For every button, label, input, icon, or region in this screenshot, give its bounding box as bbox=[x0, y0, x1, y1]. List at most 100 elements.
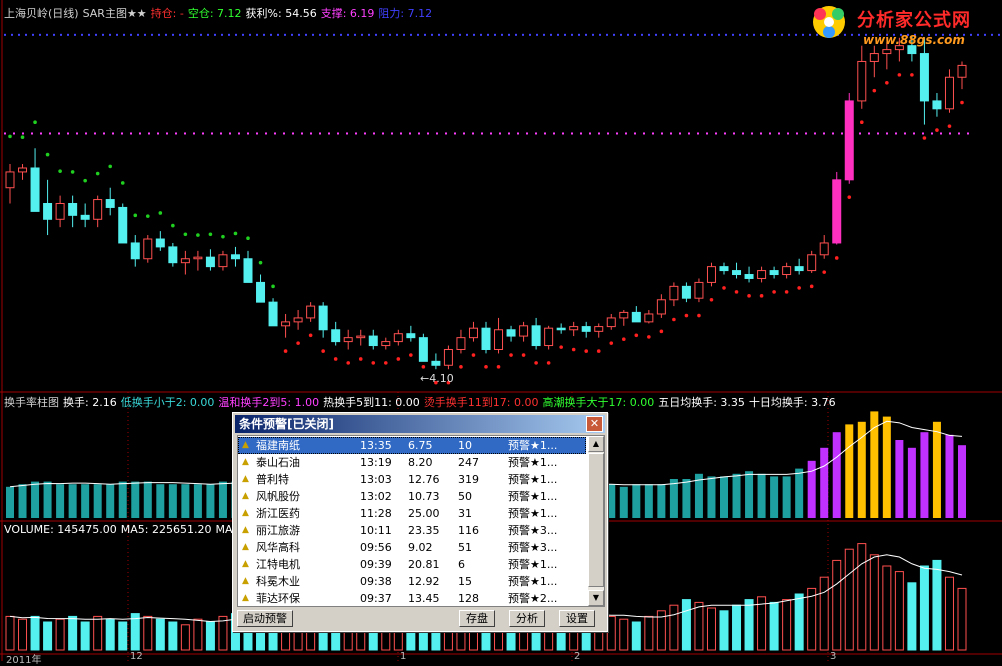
resistance-dot bbox=[760, 33, 762, 36]
resistance-dot bbox=[683, 33, 685, 36]
sar-dot bbox=[684, 313, 689, 318]
candle bbox=[882, 41, 892, 70]
resistance-dot bbox=[991, 33, 993, 36]
sar-dot bbox=[809, 284, 814, 289]
list-item[interactable]: ▲ 风华高科 09:56 9.02 51 预警★3... bbox=[238, 539, 586, 556]
support-dot bbox=[157, 132, 159, 135]
resistance-dot bbox=[228, 33, 230, 36]
support-dot bbox=[76, 132, 78, 135]
candle bbox=[281, 313, 291, 338]
resistance-dot bbox=[942, 33, 944, 36]
resistance-dot bbox=[522, 33, 524, 36]
stock-name: 泰山石油 bbox=[256, 456, 300, 469]
list-item[interactable]: ▲ 福建南纸 13:35 6.75 10 预警★1... bbox=[238, 437, 586, 454]
list-item[interactable]: ▲ 风帆股份 13:02 10.73 50 预警★1... bbox=[238, 488, 586, 505]
turnover-bar bbox=[143, 481, 152, 518]
resistance-dot bbox=[886, 33, 888, 36]
resistance-dot bbox=[753, 33, 755, 36]
volume-bar bbox=[143, 615, 153, 651]
alert-tag: 预警★1... bbox=[508, 439, 558, 452]
save-button[interactable]: 存盘 bbox=[459, 610, 495, 627]
candle bbox=[105, 187, 115, 216]
resistance-dot bbox=[81, 33, 83, 36]
candle-body bbox=[857, 60, 867, 102]
support-dot bbox=[814, 132, 816, 135]
sar-dot bbox=[559, 345, 563, 349]
candle-body bbox=[794, 266, 804, 272]
alert-icon: ▲ bbox=[242, 491, 249, 501]
list-item[interactable]: ▲ 菲达环保 09:37 13.45 128 预警★2... bbox=[238, 590, 586, 606]
list-item[interactable]: ▲ 科冕木业 09:38 12.92 15 预警★1... bbox=[238, 573, 586, 590]
alert-time: 13:02 bbox=[360, 490, 392, 503]
scroll-up-icon[interactable]: ▲ bbox=[588, 436, 604, 452]
alert-icon: ▲ bbox=[242, 542, 249, 552]
list-item[interactable]: ▲ 江特电机 09:39 20.81 6 预警★1... bbox=[238, 556, 586, 573]
candle bbox=[744, 266, 754, 283]
volume-bar bbox=[644, 615, 654, 651]
scroll-down-icon[interactable]: ▼ bbox=[588, 590, 604, 606]
list-item[interactable]: ▲ 丽江旅游 10:11 23.35 116 预警★3... bbox=[238, 522, 586, 539]
support-dot bbox=[292, 132, 294, 135]
list-scrollbar[interactable]: ▲ ▼ bbox=[588, 436, 604, 606]
resistance-dot bbox=[662, 33, 664, 36]
list-item[interactable]: ▲ 泰山石油 13:19 8.20 247 预警★1... bbox=[238, 454, 586, 471]
sar-dot bbox=[697, 313, 701, 318]
volume-bar bbox=[744, 599, 754, 651]
candle-body bbox=[406, 333, 416, 339]
resistance-dot bbox=[389, 33, 391, 36]
settings-button[interactable]: 设置 bbox=[559, 610, 595, 627]
alert-price: 10.73 bbox=[408, 490, 440, 503]
candle bbox=[318, 302, 328, 338]
support-dot bbox=[472, 132, 474, 135]
candle-body bbox=[18, 167, 28, 173]
resistance-dot bbox=[963, 33, 965, 36]
candle bbox=[832, 171, 842, 245]
alert-time: 13:19 bbox=[360, 456, 392, 469]
resistance-dot bbox=[368, 33, 370, 36]
candle bbox=[681, 282, 691, 303]
turnover-bar bbox=[745, 471, 754, 518]
analyze-button[interactable]: 分析 bbox=[509, 610, 545, 627]
candle-body bbox=[957, 64, 967, 78]
resistance-dot bbox=[312, 33, 314, 36]
list-item[interactable]: ▲ 浙江医药 11:28 25.00 31 预警★1... bbox=[238, 505, 586, 522]
support-dot bbox=[103, 132, 105, 135]
scroll-thumb[interactable] bbox=[588, 453, 604, 587]
resistance-dot bbox=[354, 33, 356, 36]
sar-dot bbox=[183, 232, 188, 237]
alert-list[interactable]: ▲ 福建南纸 13:35 6.75 10 预警★1... ▲ 泰山石油 13:19 8.20 24… bbox=[237, 435, 605, 607]
volume-bar bbox=[619, 618, 629, 651]
candle-body bbox=[719, 266, 729, 272]
alert-dialog[interactable]: 条件预警[已关闭] ✕ ▲ 福建南纸 13:35 6.75 10 预警★1... ▲ 泰山石… bbox=[232, 412, 608, 632]
sar-dot bbox=[834, 256, 839, 260]
resistance-dot bbox=[466, 33, 468, 36]
sar-dot bbox=[145, 214, 150, 218]
resistance-dot bbox=[158, 33, 160, 36]
sar-dot bbox=[308, 333, 313, 338]
candle bbox=[819, 235, 829, 259]
support-dot bbox=[391, 132, 393, 135]
alert-icon: ▲ bbox=[242, 525, 249, 535]
volume-bar bbox=[105, 618, 115, 651]
support-dot bbox=[571, 132, 573, 135]
candle-body bbox=[293, 317, 303, 323]
start-alert-button[interactable]: 启动预警 bbox=[237, 610, 293, 627]
sar-dot bbox=[409, 353, 413, 357]
candle-body bbox=[155, 238, 165, 248]
resistance-dot bbox=[998, 33, 1000, 36]
volume-bar bbox=[68, 615, 78, 651]
resistance-dot bbox=[459, 33, 461, 36]
sar-dot bbox=[346, 361, 351, 365]
support-dot bbox=[832, 132, 834, 135]
turnover-bar bbox=[131, 481, 140, 518]
turnover-bar bbox=[181, 484, 190, 518]
resistance-dot bbox=[151, 33, 153, 36]
candle bbox=[869, 45, 879, 78]
sar-dot bbox=[83, 178, 87, 183]
close-icon[interactable]: ✕ bbox=[586, 416, 603, 432]
volume-bar bbox=[819, 576, 829, 651]
candle bbox=[556, 323, 566, 334]
support-dot bbox=[31, 132, 33, 135]
sar-dot bbox=[221, 234, 225, 239]
list-item[interactable]: ▲ 普利特 13:03 12.76 319 预警★1... bbox=[238, 471, 586, 488]
